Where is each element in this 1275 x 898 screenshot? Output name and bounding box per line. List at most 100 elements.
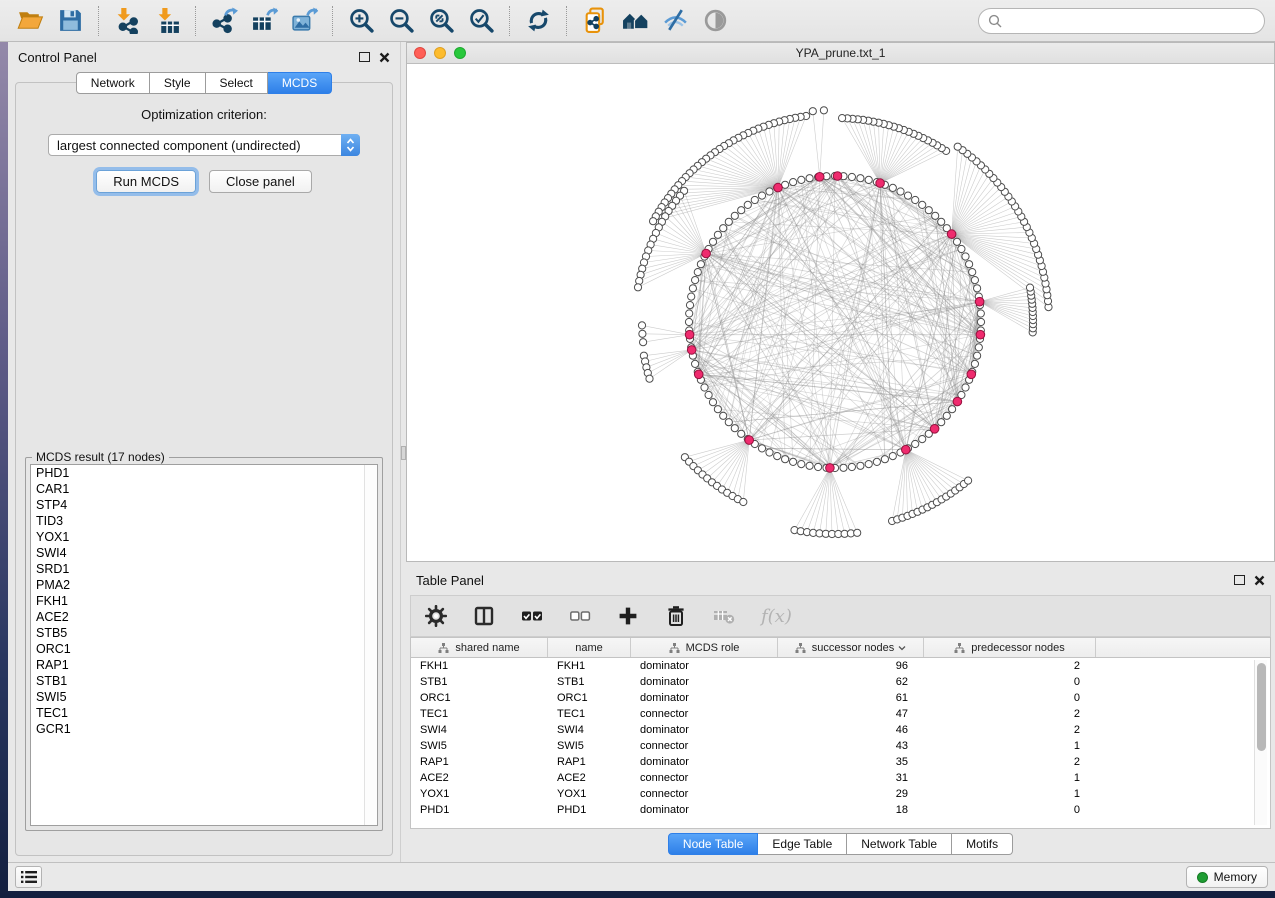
network-home-button[interactable] <box>617 4 653 38</box>
tab-network[interactable]: Network <box>76 72 150 94</box>
graph-node[interactable] <box>975 344 982 351</box>
refresh-button[interactable] <box>520 4 556 38</box>
list-item[interactable]: TEC1 <box>31 705 377 721</box>
graph-node[interactable] <box>731 212 738 219</box>
graph-node[interactable] <box>758 192 765 199</box>
graph-node[interactable] <box>958 245 965 252</box>
list-item[interactable]: PMA2 <box>31 577 377 593</box>
scrollbar-thumb[interactable] <box>1257 663 1266 751</box>
graph-node[interactable] <box>686 302 693 309</box>
graph-node[interactable] <box>638 322 645 329</box>
graph-node[interactable] <box>815 463 822 470</box>
list-item[interactable]: GCR1 <box>31 721 377 737</box>
graph-node[interactable] <box>943 412 950 419</box>
graph-node[interactable] <box>806 175 813 182</box>
table-row[interactable]: ORC1ORC1dominator610 <box>411 690 1270 706</box>
result-scrollbar[interactable] <box>364 465 377 825</box>
graph-node[interactable] <box>965 477 972 484</box>
graph-node[interactable] <box>720 412 727 419</box>
task-history-button[interactable] <box>15 866 42 888</box>
graph-node[interactable] <box>865 176 872 183</box>
graph-node[interactable] <box>705 391 712 398</box>
graph-node[interactable] <box>971 277 978 284</box>
graph-node[interactable] <box>714 406 721 413</box>
graph-node[interactable] <box>969 269 976 276</box>
graph-hub-node[interactable] <box>815 173 824 182</box>
graph-node[interactable] <box>889 453 896 460</box>
tab-style[interactable]: Style <box>150 72 206 94</box>
column-header-shared-name[interactable]: shared name <box>411 638 548 657</box>
graph-hub-node[interactable] <box>947 230 956 239</box>
graph-node[interactable] <box>758 445 765 452</box>
graph-node[interactable] <box>646 375 653 382</box>
graph-hub-node[interactable] <box>967 370 976 379</box>
graph-hub-node[interactable] <box>902 445 911 454</box>
graph-node[interactable] <box>962 384 969 391</box>
open-file-button[interactable] <box>12 4 48 38</box>
graph-node[interactable] <box>806 462 813 469</box>
graph-node[interactable] <box>688 293 695 300</box>
graph-node[interactable] <box>919 201 926 208</box>
close-panel-button[interactable] <box>379 52 390 63</box>
graph-node[interactable] <box>809 108 816 115</box>
graph-node[interactable] <box>709 399 716 406</box>
graph-hub-node[interactable] <box>685 330 694 339</box>
graph-node[interactable] <box>865 461 872 468</box>
graph-node[interactable] <box>731 425 738 432</box>
graph-node[interactable] <box>650 218 657 225</box>
graph-node[interactable] <box>738 207 745 214</box>
import-table-button[interactable] <box>149 4 185 38</box>
tab-mcds[interactable]: MCDS <box>268 72 332 94</box>
tab-edge-table[interactable]: Edge Table <box>758 833 847 855</box>
column-header-mcds-role[interactable]: MCDS role <box>631 638 778 657</box>
graph-node[interactable] <box>692 360 699 367</box>
export-image-button[interactable] <box>286 4 322 38</box>
graph-node[interactable] <box>766 188 773 195</box>
graph-node[interactable] <box>949 406 956 413</box>
graph-node[interactable] <box>873 458 880 465</box>
run-mcds-button[interactable]: Run MCDS <box>96 170 196 193</box>
column-header-predecessor-nodes[interactable]: predecessor nodes <box>924 638 1096 657</box>
graph-node[interactable] <box>697 261 704 268</box>
graph-hub-node[interactable] <box>953 397 962 406</box>
list-item[interactable]: RAP1 <box>31 657 377 673</box>
graph-node[interactable] <box>840 464 847 471</box>
graph-node[interactable] <box>953 238 960 245</box>
graph-hub-node[interactable] <box>876 179 885 188</box>
graph-node[interactable] <box>904 192 911 199</box>
graph-node[interactable] <box>912 196 919 203</box>
select-all-columns-button[interactable] <box>521 605 543 627</box>
graph-node[interactable] <box>714 231 721 238</box>
table-settings-button[interactable] <box>425 605 447 627</box>
column-header-name[interactable]: name <box>548 638 631 657</box>
close-panel-button-mcds[interactable]: Close panel <box>209 170 312 193</box>
table-row[interactable]: ACE2ACE2connector311 <box>411 770 1270 786</box>
graph-node[interactable] <box>774 453 781 460</box>
export-network-button[interactable] <box>206 4 242 38</box>
graph-node[interactable] <box>725 218 732 225</box>
zoom-out-button[interactable] <box>383 4 419 38</box>
graph-node[interactable] <box>897 188 904 195</box>
table-row[interactable]: FKH1FKH1dominator962 <box>411 658 1270 674</box>
list-item[interactable]: STB5 <box>31 625 377 641</box>
graph-node[interactable] <box>725 419 732 426</box>
graph-hub-node[interactable] <box>687 346 696 355</box>
graph-node[interactable] <box>798 461 805 468</box>
graph-hub-node[interactable] <box>694 370 703 379</box>
table-row[interactable]: RAP1RAP1dominator352 <box>411 754 1270 770</box>
graph-node[interactable] <box>954 143 961 150</box>
export-table-button[interactable] <box>246 4 282 38</box>
graph-node[interactable] <box>686 310 693 317</box>
graph-node[interactable] <box>848 463 855 470</box>
graph-hub-node[interactable] <box>774 183 783 192</box>
graph-node[interactable] <box>790 179 797 186</box>
graph-node[interactable] <box>738 430 745 437</box>
graph-hub-node[interactable] <box>745 436 754 445</box>
network-canvas[interactable] <box>407 64 1274 561</box>
list-item[interactable]: CAR1 <box>31 481 377 497</box>
criterion-dropdown[interactable]: largest connected component (undirected) <box>48 134 360 156</box>
graph-node[interactable] <box>881 456 888 463</box>
table-row[interactable]: YOX1YOX1connector291 <box>411 786 1270 802</box>
graph-node[interactable] <box>790 458 797 465</box>
table-scrollbar[interactable] <box>1254 660 1267 825</box>
